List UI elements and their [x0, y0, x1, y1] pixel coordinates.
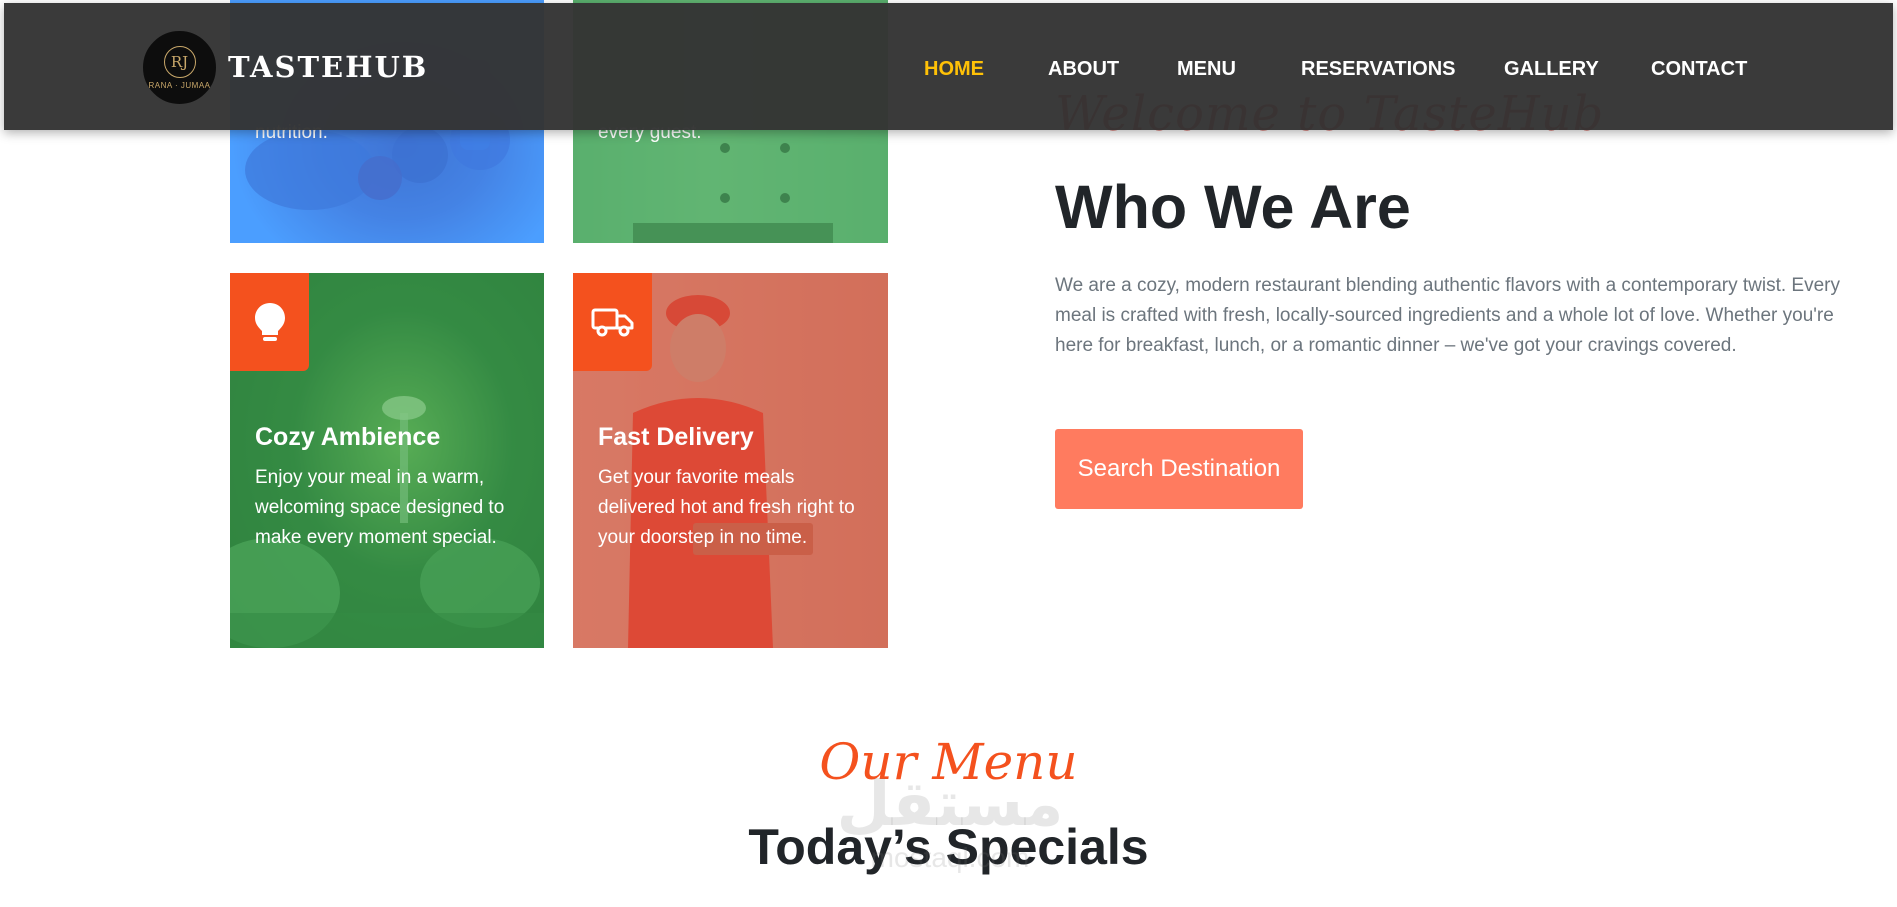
logo-monogram: RJ: [163, 45, 196, 78]
logo[interactable]: RJ RANA · JUMAA: [141, 29, 218, 106]
feature-text: Get your favorite meals delivered hot an…: [598, 467, 855, 548]
feature-card-delivery: Fast Delivery Get your favorite meals de…: [573, 273, 888, 648]
feature-text: Enjoy your meal in a warm, welcoming spa…: [255, 467, 505, 548]
navbar: RJ RANA · JUMAA TASTEHUB HOME ABOUT MENU…: [4, 3, 1893, 130]
nav-link-contact[interactable]: CONTACT: [1651, 58, 1747, 81]
feature-card-ambience: Cozy Ambience Enjoy your meal in a warm,…: [230, 273, 544, 648]
search-destination-button[interactable]: Search Destination: [1055, 429, 1303, 509]
about-text: We are a cozy, modern restaurant blendin…: [1055, 275, 1840, 356]
brand-name[interactable]: TASTEHUB: [228, 50, 428, 84]
watermark: مستقل mostaql.com: [830, 770, 1070, 876]
nav-link-home[interactable]: HOME: [924, 58, 984, 81]
lightbulb-icon: [254, 303, 285, 341]
about-title: Who We Are: [1055, 173, 1411, 241]
truck-icon: [591, 308, 633, 337]
feature-title: Fast Delivery: [598, 423, 754, 451]
watermark-latin: mostaql.com: [870, 842, 1030, 873]
feature-title: Cozy Ambience: [255, 423, 441, 451]
lightbulb-icon-box: [230, 273, 309, 371]
logo-subtext: RANA · JUMAA: [148, 80, 211, 90]
nav-link-about[interactable]: ABOUT: [1048, 58, 1119, 81]
watermark-arabic: مستقل: [836, 770, 1064, 839]
nav-link-reservations[interactable]: RESERVATIONS: [1301, 58, 1455, 81]
nav-link-gallery[interactable]: GALLERY: [1504, 58, 1599, 81]
nav-link-menu[interactable]: MENU: [1177, 58, 1236, 81]
truck-icon-box: [573, 273, 652, 371]
